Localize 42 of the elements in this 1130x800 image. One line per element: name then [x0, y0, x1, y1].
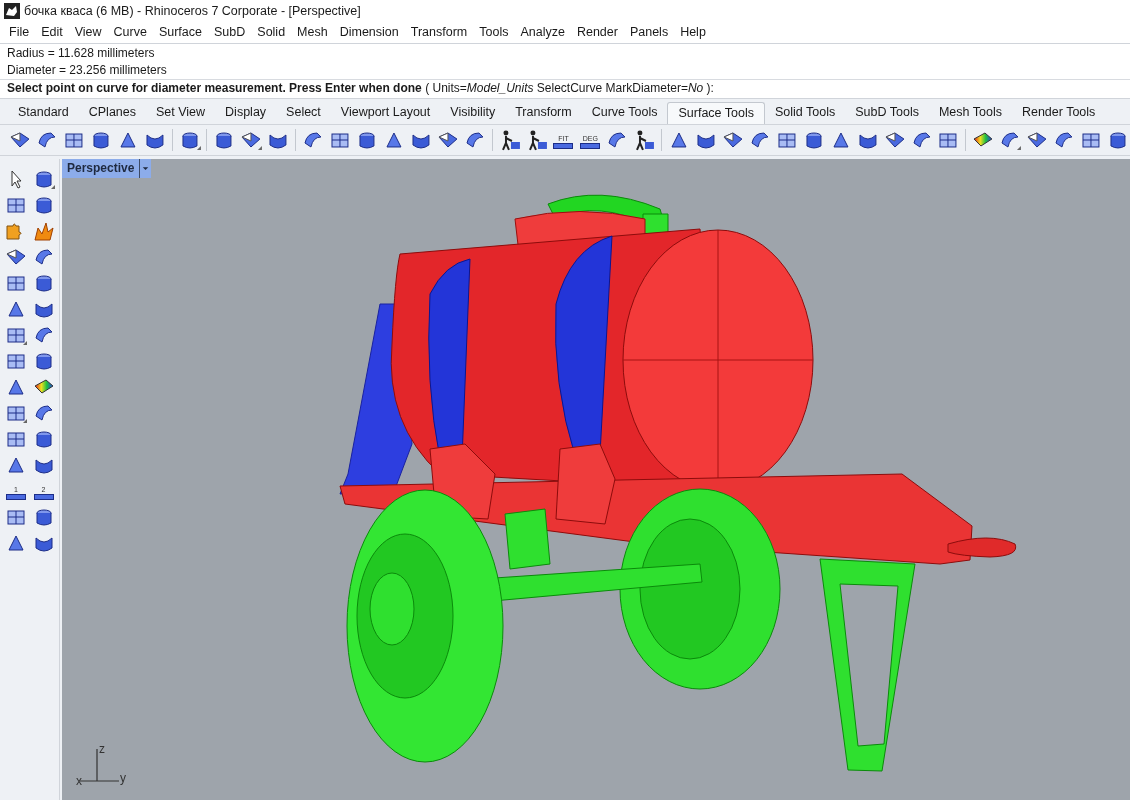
command-history-line: Radius = 11.628 millimeters [7, 45, 156, 62]
window-title: бочка кваса (6 MB) - Rhinoceros 7 Corporate - [Perspective] [24, 2, 361, 20]
toolbar-tab[interactable]: Mesh Tools [928, 102, 1012, 124]
menu-item[interactable]: Solid [251, 23, 292, 42]
menu-item[interactable]: Analyze [514, 23, 571, 42]
viewport-tab[interactable]: Perspective [62, 159, 140, 178]
toolbar-tab[interactable]: Transform [505, 102, 582, 124]
burst-icon[interactable] [31, 220, 56, 242]
toolbar-tab[interactable]: Standard [8, 102, 79, 124]
toolbar-tab[interactable]: Curve Tools [581, 102, 668, 124]
axis-label: z [99, 742, 105, 756]
menu-item[interactable]: File [3, 23, 36, 42]
command-history-line: Diameter = 23.256 millimeters [7, 62, 168, 79]
menu-item[interactable]: Help [674, 23, 712, 42]
toolbar-tab[interactable]: Solid Tools [765, 102, 846, 124]
command-prompt[interactable]: Select point on curve for diameter measurement. Press Enter when done ( Units=Model_Units SelectCurve MarkDiameter=No ): [0, 79, 1130, 97]
menu-item[interactable]: SubD [208, 23, 252, 42]
menu-item[interactable]: Mesh [291, 23, 334, 42]
menu-item[interactable]: Tools [473, 23, 515, 42]
toolbar-tab[interactable]: Display [215, 102, 277, 124]
menu-item[interactable]: View [68, 23, 108, 42]
menu-item[interactable]: Render [570, 23, 624, 42]
menu-item[interactable]: Panels [623, 23, 675, 42]
surface-tool-icon[interactable] [239, 129, 264, 151]
dropdown-caret-icon[interactable] [139, 159, 152, 178]
menu-item[interactable]: Curve [107, 23, 153, 42]
axis-label: y [120, 771, 126, 785]
axis-label: x [76, 774, 82, 788]
menu-item[interactable]: Edit [35, 23, 69, 42]
toolbar-tab[interactable]: Surface Tools [667, 102, 765, 124]
menu-item[interactable]: Surface [152, 23, 208, 42]
app-logo-icon [4, 3, 20, 19]
toolbar-tab[interactable]: Set View [146, 102, 216, 124]
toolbar-tab[interactable]: Visibility [440, 102, 506, 124]
toolbar-tab[interactable]: Select [276, 102, 331, 124]
surface-tool-icon[interactable] [998, 129, 1023, 151]
toolbar-tab[interactable]: CPlanes [78, 102, 146, 124]
menu-item[interactable]: Dimension [333, 23, 405, 42]
toolbar-tab[interactable]: Viewport Layout [330, 102, 441, 124]
toolbar-tab[interactable]: SubD Tools [845, 102, 929, 124]
menu-item[interactable]: Transform [404, 23, 474, 42]
toolbar-tab[interactable]: Render Tools [1011, 102, 1106, 124]
